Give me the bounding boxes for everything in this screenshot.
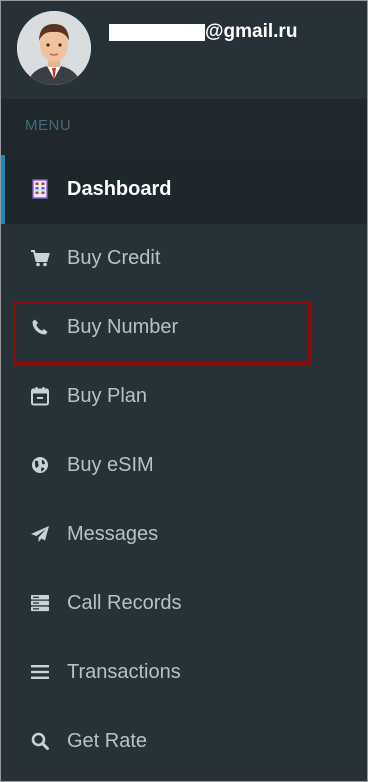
dashboard-building-icon: [30, 179, 50, 199]
sidebar-item-label: Buy Credit: [67, 247, 161, 269]
phone-icon: [30, 317, 50, 337]
paper-plane-icon: [30, 524, 50, 544]
user-email: @gmail.ru: [109, 20, 297, 44]
sidebar-item-buy-plan[interactable]: Buy Plan: [1, 362, 367, 431]
sidebar-item-get-rate[interactable]: Get Rate: [1, 707, 367, 776]
shopping-cart-icon: [30, 248, 50, 268]
avatar[interactable]: [17, 11, 91, 85]
sidebar-item-dashboard[interactable]: Dashboard: [1, 155, 367, 224]
sidebar-item-label: Buy eSIM: [67, 454, 154, 476]
sidebar-item-label: Buy Number: [67, 316, 179, 338]
menu-section-header: MENU: [1, 99, 367, 155]
email-domain-text: @gmail.ru: [205, 21, 298, 42]
sidebar-item-label: Get Rate: [67, 730, 148, 752]
sidebar-item-buy-number[interactable]: Buy Number: [1, 293, 367, 362]
sidebar-item-label: Dashboard: [67, 178, 172, 200]
bars-icon: [30, 662, 50, 682]
sidebar-item-label: Buy Plan: [67, 385, 148, 407]
active-indicator: [1, 155, 5, 224]
search-icon: [30, 731, 50, 751]
menu-section-label: MENU: [25, 117, 72, 134]
sidebar-item-buy-credit[interactable]: Buy Credit: [1, 224, 367, 293]
sidebar-item-label: Call Records: [67, 592, 182, 614]
sidebar-item-transactions[interactable]: Transactions: [1, 638, 367, 707]
sidebar-item-call-records[interactable]: Call Records: [1, 569, 367, 638]
sidebar-item-label: Messages: [67, 523, 159, 545]
calendar-icon: [30, 386, 50, 406]
server-list-icon: [30, 593, 50, 613]
sidebar-item-messages[interactable]: Messages: [1, 500, 367, 569]
globe-icon: [30, 455, 50, 475]
sidebar-item-buy-esim[interactable]: Buy eSIM: [1, 431, 367, 500]
avatar-icon: [17, 11, 91, 85]
sidebar-item-label: Transactions: [67, 661, 181, 683]
user-profile: @gmail.ru: [1, 1, 359, 99]
sidebar: @gmail.ru MENU Dashboard Buy Credit Buy …: [0, 0, 368, 782]
email-redaction: [109, 23, 205, 41]
